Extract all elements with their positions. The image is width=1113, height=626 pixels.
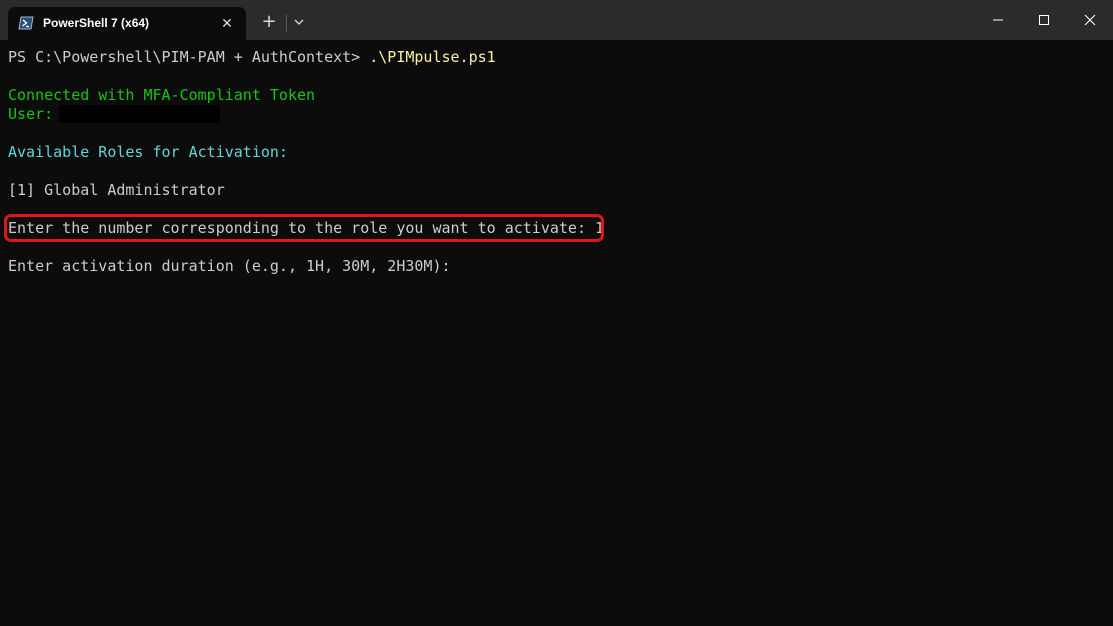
maximize-button[interactable] xyxy=(1021,0,1067,40)
close-tab-icon[interactable]: ✕ xyxy=(219,16,235,32)
close-icon xyxy=(1084,14,1096,26)
tab-separator xyxy=(286,14,287,32)
tab-powershell[interactable]: PowerShell 7 (x64) ✕ xyxy=(8,7,246,40)
role-item-1: [1] Global Administrator xyxy=(8,181,225,199)
minimize-button[interactable] xyxy=(975,0,1021,40)
close-window-button[interactable] xyxy=(1067,0,1113,40)
redacted-user xyxy=(59,105,221,123)
maximize-icon xyxy=(1039,15,1049,25)
terminal-output[interactable]: PS C:\Powershell\PIM-PAM + AuthContext> … xyxy=(4,46,1103,616)
terminal-window: PowerShell 7 (x64) ✕ + PS C:\Powershell\… xyxy=(0,0,1113,626)
connected-message: Connected with MFA-Compliant Token xyxy=(8,86,316,104)
title-bar: PowerShell 7 (x64) ✕ + xyxy=(0,0,1113,40)
prompt-text: PS C:\Powershell\PIM-PAM + AuthContext> xyxy=(8,48,370,66)
chevron-down-icon[interactable] xyxy=(291,14,307,30)
user-line: User: xyxy=(8,105,221,124)
highlight-box xyxy=(4,214,604,242)
minimize-icon xyxy=(993,19,1003,21)
user-label: User: xyxy=(8,105,54,123)
new-tab-button[interactable]: + xyxy=(260,13,278,31)
powershell-icon xyxy=(18,16,34,30)
command-line: PS C:\Powershell\PIM-PAM + AuthContext> … xyxy=(8,48,496,67)
command-text: .\PIMpulse.ps1 xyxy=(369,48,496,66)
duration-prompt: Enter activation duration (e.g., 1H, 30M… xyxy=(8,257,451,275)
roles-header: Available Roles for Activation: xyxy=(8,143,288,161)
tab-title: PowerShell 7 (x64) xyxy=(43,16,150,30)
